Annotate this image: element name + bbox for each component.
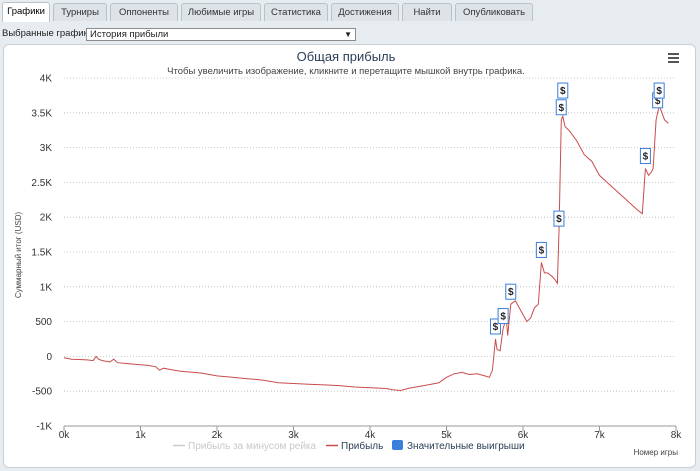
tab-8[interactable]: Опубликовать <box>455 3 533 21</box>
hamburger-menu-icon[interactable] <box>667 51 680 63</box>
x-tick-label: 7k <box>594 430 606 441</box>
dollar-icon: $ <box>643 151 649 162</box>
chart-selector-label: Выбранные графики: <box>2 28 96 39</box>
big-win-marker[interactable]: $ <box>535 241 547 258</box>
x-tick-label: 4k <box>365 430 377 441</box>
tab-6[interactable]: Достижения <box>331 3 399 21</box>
y-tick-label: 2K <box>40 213 53 224</box>
dollar-icon: $ <box>656 86 662 97</box>
marker-layer: $$$$$$$$$$ <box>489 82 665 335</box>
y-tick-label: 1.5K <box>31 248 52 259</box>
dollar-icon: $ <box>556 214 562 225</box>
y-tick-label: 1K <box>40 282 53 293</box>
grid <box>64 77 676 427</box>
tab-5[interactable]: Статистика <box>264 3 328 21</box>
legend-label: Прибыль за минусом рейка <box>188 440 317 452</box>
dollar-icon: $ <box>500 312 506 323</box>
dollar-icon: $ <box>558 103 564 114</box>
tab-7[interactable]: Найти <box>402 3 452 21</box>
tab-3[interactable]: Оппоненты <box>110 3 178 21</box>
x-tick-label: 8k <box>671 430 683 441</box>
chart-subtitle: Чтобы увеличить изображение, кликните и … <box>167 66 525 77</box>
big-win-marker[interactable]: $ <box>553 210 565 227</box>
legend-label: Значительные выигрыши <box>407 441 525 452</box>
big-win-marker[interactable]: $ <box>557 82 569 99</box>
y-tick-label: 3.5K <box>31 108 52 119</box>
x-tick-label: 3k <box>288 430 300 441</box>
x-tick-label: 6k <box>518 430 530 441</box>
tab-1[interactable]: Графики <box>2 2 50 22</box>
legend-swatch <box>392 440 403 450</box>
y-tick-label: 4K <box>40 74 53 85</box>
chart[interactable]: Общая прибыль Чтобы увеличить изображени… <box>4 45 695 467</box>
big-win-marker[interactable]: $ <box>505 283 517 300</box>
chevron-down-icon: ▼ <box>344 30 352 39</box>
legend-item-profit-minus-rake[interactable]: Прибыль за минусом рейка <box>173 440 317 452</box>
chart-select[interactable]: История прибыли ▼ <box>86 28 356 41</box>
y-tick-label: 0 <box>46 352 52 363</box>
series-layer <box>63 104 669 392</box>
x-axis-label: Номер игры <box>634 448 679 457</box>
legend-item-big-wins[interactable]: Значительные выигрыши <box>392 440 525 452</box>
tab-4[interactable]: Любимые игры <box>181 3 261 21</box>
legend-item-profit[interactable]: Прибыль <box>326 440 383 452</box>
x-tick-label: 0k <box>59 430 71 441</box>
axes: -1K -500 0 500 1K 1.5K 2K 2.5K 3K 3.5K 4K 0k 1k 2k 3k 4… <box>31 74 682 442</box>
big-win-marker[interactable]: $ <box>639 147 651 164</box>
y-tick-label: 3K <box>40 143 53 154</box>
tab-bar: Графики Турниры Оппоненты Любимые игры Стати… <box>0 0 700 22</box>
y-tick-label: -500 <box>32 387 52 398</box>
dollar-icon: $ <box>508 287 514 298</box>
x-tick-label: 5k <box>441 430 453 441</box>
chart-title: Общая прибыль <box>297 49 396 64</box>
x-tick-label: 1k <box>135 430 147 441</box>
tab-2[interactable]: Турниры <box>53 3 107 21</box>
big-win-marker[interactable]: $ <box>555 99 567 116</box>
big-win-marker[interactable]: $ <box>497 308 509 325</box>
chart-select-value: История прибыли <box>90 29 169 40</box>
series-line-profit[interactable] <box>63 104 669 392</box>
chart-panel: Общая прибыль Чтобы увеличить изображени… <box>3 44 696 468</box>
y-tick-label: -1K <box>36 422 52 433</box>
x-tick-label: 2k <box>212 430 224 441</box>
dollar-icon: $ <box>539 245 545 256</box>
chart-selector-row: Выбранные графики: История прибыли ▼ <box>0 28 700 42</box>
legend: Прибыль за минусом рейка Прибыль Значитель… <box>173 440 525 452</box>
y-tick-label: 500 <box>35 317 52 328</box>
legend-label: Прибыль <box>341 440 383 452</box>
dollar-icon: $ <box>560 86 566 97</box>
y-tick-label: 2.5K <box>31 178 52 189</box>
big-win-marker[interactable]: $ <box>653 82 665 99</box>
y-axis-label: Суммарный итог (USD) <box>14 212 23 299</box>
